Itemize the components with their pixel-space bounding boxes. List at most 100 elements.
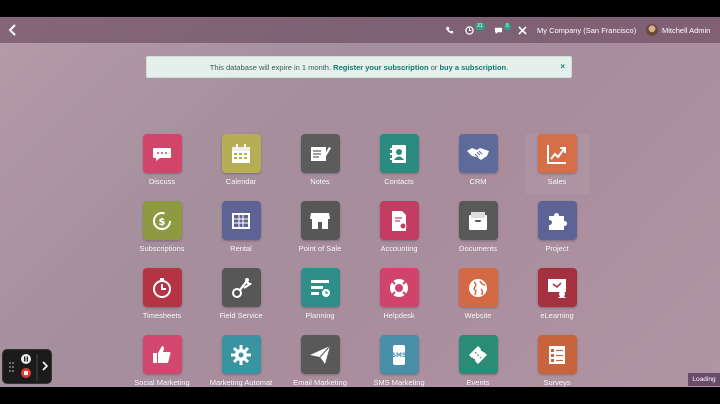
avatar <box>646 24 658 36</box>
top-navbar: 31 5 My Company (San Francisco) Mitchell… <box>0 17 720 43</box>
app-label: Project <box>545 244 569 253</box>
app-tile[interactable] <box>458 268 498 307</box>
app-tile[interactable] <box>300 134 340 173</box>
planning-icon <box>311 279 330 297</box>
app-tile[interactable] <box>221 134 261 173</box>
chart-up-icon <box>547 144 566 164</box>
tools-icon <box>518 25 527 35</box>
tools-button[interactable] <box>518 17 527 43</box>
banner-or: or <box>430 62 438 72</box>
app-tile[interactable] <box>300 335 340 374</box>
app-tile[interactable] <box>142 335 182 374</box>
lifebuoy-icon <box>390 278 408 297</box>
shop-icon <box>310 212 330 229</box>
stop-icon[interactable] <box>21 368 31 378</box>
app-tile[interactable] <box>458 335 498 374</box>
app-contacts[interactable]: Contacts <box>367 134 431 194</box>
app-tile[interactable]: $ <box>142 201 182 240</box>
app-tile[interactable] <box>537 134 577 173</box>
chevron-left-icon <box>8 24 16 36</box>
app-website[interactable]: Website <box>446 268 510 328</box>
chat-bubble-icon <box>494 27 503 34</box>
stopwatch-icon <box>153 277 171 298</box>
app-rental[interactable]: Rental <box>209 201 273 261</box>
app-discuss[interactable]: Discuss <box>130 134 194 194</box>
app-notes[interactable]: Notes <box>288 134 352 194</box>
app-tile[interactable] <box>537 268 577 307</box>
contacts-icon <box>390 144 406 163</box>
app-crm[interactable]: CRM <box>446 134 510 194</box>
app-tile[interactable] <box>458 201 498 240</box>
close-icon[interactable]: × <box>560 62 565 71</box>
globe-icon <box>469 278 487 297</box>
app-tile[interactable] <box>300 268 340 307</box>
field-service-icon <box>232 277 253 298</box>
app-tile[interactable] <box>221 335 261 374</box>
app-events[interactable]: Events <box>446 335 510 387</box>
recording-controls <box>2 349 52 384</box>
app-tile[interactable] <box>537 335 577 374</box>
odoo-home-screen: 31 5 My Company (San Francisco) Mitchell… <box>0 17 720 387</box>
buy-subscription-link[interactable]: buy a subscription <box>439 63 506 72</box>
app-point-of-sale[interactable]: Point of Sale <box>288 201 352 261</box>
user-menu[interactable]: Mitchell Admin <box>646 17 710 43</box>
app-tile[interactable] <box>300 201 340 240</box>
clock-icon <box>465 25 474 35</box>
messages-button[interactable]: 5 <box>494 17 511 43</box>
banner-period: . <box>506 62 509 72</box>
paper-plane-icon <box>310 345 331 364</box>
app-helpdesk[interactable]: Helpdesk <box>367 268 431 328</box>
app-tile[interactable]: SMS <box>379 335 419 374</box>
elearning-icon <box>548 278 566 298</box>
app-tile[interactable] <box>142 268 182 307</box>
app-tile[interactable] <box>221 268 261 307</box>
loading-indicator: Loading <box>688 373 720 386</box>
svg-text:SMS: SMS <box>392 352 407 359</box>
app-sales[interactable]: Sales <box>525 134 589 194</box>
sms-icon: SMS <box>392 344 407 365</box>
chevron-right-icon[interactable] <box>42 361 49 371</box>
app-tile[interactable] <box>458 134 498 173</box>
back-button[interactable] <box>8 17 18 43</box>
app-subscriptions[interactable]: $ Subscriptions <box>130 201 194 261</box>
app-tile[interactable] <box>221 201 261 240</box>
rental-icon <box>232 212 250 229</box>
app-marketing-automat[interactable]: Marketing Automat <box>209 335 273 387</box>
app-tile[interactable] <box>142 134 182 173</box>
app-tile[interactable] <box>537 201 577 240</box>
app-social-marketing[interactable]: Social Marketing <box>130 335 194 387</box>
app-email-marketing[interactable]: Email Marketing <box>288 335 352 387</box>
app-tile[interactable] <box>379 268 419 307</box>
app-sms-marketing[interactable]: SMS SMS Marketing <box>367 335 431 387</box>
puzzle-icon <box>549 212 567 230</box>
app-accounting[interactable]: Accounting <box>367 201 431 261</box>
thumbs-up-icon <box>153 345 171 363</box>
activity-badge: 31 <box>475 22 485 30</box>
app-field-service[interactable]: Field Service <box>209 268 273 328</box>
drag-handle-icon[interactable] <box>9 362 14 372</box>
phone-button[interactable] <box>445 17 454 43</box>
app-calendar[interactable]: Calendar <box>209 134 273 194</box>
activity-button[interactable]: 31 <box>465 17 485 43</box>
gear-icon <box>231 344 251 365</box>
accounting-icon <box>392 210 407 231</box>
app-planning[interactable]: Planning <box>288 268 352 328</box>
svg-text:$: $ <box>159 217 166 228</box>
app-tile[interactable] <box>379 201 419 240</box>
app-label: Sales <box>547 177 567 186</box>
video-frame: 31 5 My Company (San Francisco) Mitchell… <box>0 0 720 404</box>
pause-icon[interactable] <box>21 354 31 364</box>
subscription-icon: $ <box>153 211 171 230</box>
app-tile[interactable] <box>379 134 419 173</box>
banner-text: This database will expire in 1 month. <box>209 62 332 72</box>
app-timesheets[interactable]: Timesheets <box>130 268 194 328</box>
register-subscription-link[interactable]: Register your subscription <box>333 63 428 72</box>
app-label: eLearning <box>540 311 574 320</box>
ticket-icon <box>469 345 487 364</box>
company-switcher[interactable]: My Company (San Francisco) <box>537 17 636 43</box>
app-elearning[interactable]: eLearning <box>525 268 589 328</box>
user-name: Mitchell Admin <box>662 25 711 35</box>
app-surveys[interactable]: Surveys <box>525 335 589 387</box>
app-project[interactable]: Project <box>525 201 589 261</box>
app-documents[interactable]: Documents <box>446 201 510 261</box>
